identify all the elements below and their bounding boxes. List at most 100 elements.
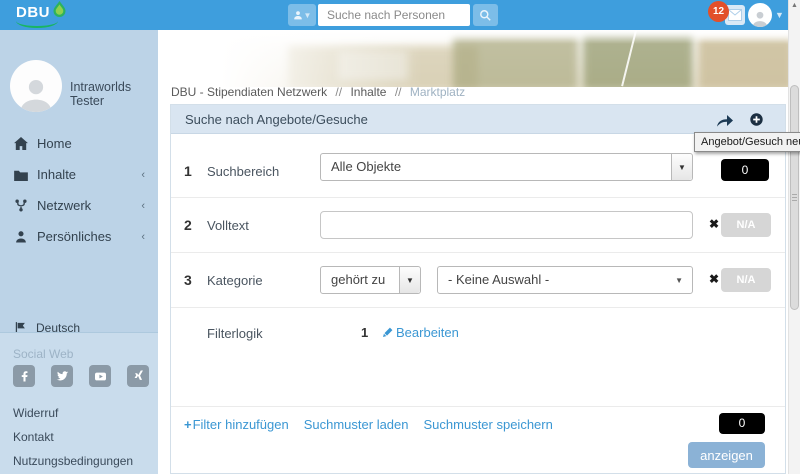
row-number: 2 bbox=[184, 217, 192, 233]
avatar-silhouette-icon bbox=[751, 9, 769, 27]
sidebar: Intraworlds Tester Home Inhalte ‹ Netzwe… bbox=[0, 30, 158, 474]
filter-row-kategorie: 3 Kategorie gehört zu ▼ - Keine Auswahl … bbox=[171, 252, 785, 307]
row-label: Suchbereich bbox=[207, 164, 279, 179]
app-window: DBU ▼ 12 ▼ Intrawor bbox=[0, 0, 800, 474]
breadcrumb: DBU - Stipendiaten Netzwerk // Inhalte /… bbox=[171, 85, 465, 99]
breadcrumb-separator: // bbox=[395, 85, 402, 99]
search-icon bbox=[479, 9, 492, 22]
total-count-badge: 0 bbox=[719, 413, 765, 434]
network-icon bbox=[13, 199, 28, 212]
plus-icon: + bbox=[184, 417, 192, 432]
top-bar: DBU ▼ 12 ▼ bbox=[0, 0, 788, 30]
avatar-silhouette-icon bbox=[17, 74, 55, 112]
sidebar-username: Intraworlds Tester bbox=[70, 80, 158, 108]
sidebar-item-home[interactable]: Home bbox=[0, 128, 158, 159]
share-button[interactable] bbox=[717, 114, 733, 132]
chevron-left-icon: ‹ bbox=[141, 200, 145, 212]
panel-header: Suche nach Angebote/Gesuche bbox=[171, 105, 785, 134]
row-number: 3 bbox=[184, 272, 192, 288]
bearbeiten-link[interactable]: Bearbeiten bbox=[383, 325, 459, 340]
sidebar-footer-links: Widerruf Kontakt Nutzungsbedingungen bbox=[13, 401, 133, 473]
row-label: Volltext bbox=[207, 218, 249, 233]
tooltip: Angebot/Gesuch neu anlegen bbox=[694, 132, 800, 152]
messages-button[interactable]: 12 bbox=[725, 5, 745, 25]
kontakt-link[interactable]: Kontakt bbox=[13, 425, 133, 449]
search-input[interactable] bbox=[318, 4, 470, 26]
select-arrow-icon: ▼ bbox=[671, 154, 692, 180]
search-scope-button[interactable]: ▼ bbox=[288, 4, 316, 26]
panel-title: Suche nach Angebote/Gesuche bbox=[171, 105, 785, 134]
account-chevron-icon[interactable]: ▼ bbox=[775, 10, 784, 20]
dbu-drop-icon bbox=[53, 1, 66, 22]
sidebar-item-label: Netzwerk bbox=[37, 198, 91, 213]
select-arrow-icon: ▼ bbox=[675, 276, 683, 285]
add-filter-link[interactable]: +Filter hinzufügen bbox=[184, 417, 289, 432]
search-submit-button[interactable] bbox=[473, 4, 498, 26]
selected-value: gehört zu bbox=[331, 272, 385, 287]
load-searchpattern-link[interactable]: Suchmuster laden bbox=[304, 417, 409, 432]
sidebar-menu: Home Inhalte ‹ Netzwerk ‹ Persönliches ‹ bbox=[0, 128, 158, 252]
kategorie-operator-select[interactable]: gehört zu ▼ bbox=[320, 266, 421, 294]
sidebar-item-inhalte[interactable]: Inhalte ‹ bbox=[0, 159, 158, 190]
scroll-up-arrow[interactable]: ▲ bbox=[789, 2, 800, 9]
nutzungsbedingungen-link[interactable]: Nutzungsbedingungen bbox=[13, 449, 133, 473]
xing-icon[interactable] bbox=[127, 365, 149, 387]
pencil-icon bbox=[383, 327, 393, 337]
scrollbar-thumb[interactable] bbox=[790, 85, 799, 310]
footer-divider bbox=[171, 406, 785, 407]
home-icon bbox=[13, 137, 28, 150]
selected-value: - Keine Auswahl - bbox=[448, 272, 549, 287]
person-icon bbox=[13, 230, 28, 243]
social-links bbox=[13, 365, 149, 387]
anzeigen-button[interactable]: anzeigen bbox=[688, 442, 765, 468]
header-banner-image bbox=[158, 30, 788, 87]
filterlogik-row: Filterlogik 1 Bearbeiten bbox=[171, 307, 785, 357]
dbu-logo[interactable]: DBU bbox=[16, 3, 66, 22]
search-panel: Suche nach Angebote/Gesuche 1 Suchbereic… bbox=[170, 104, 786, 474]
panel-body: 1 Suchbereich Alle Objekte ▼ 0 2 Volltex… bbox=[171, 134, 785, 473]
sidebar-item-label: Persönliches bbox=[37, 229, 111, 244]
facebook-icon[interactable] bbox=[13, 365, 35, 387]
youtube-icon[interactable] bbox=[89, 365, 111, 387]
scrollbar-grip bbox=[792, 194, 797, 201]
result-count-badge: 0 bbox=[721, 159, 769, 181]
sidebar-item-persoenliches[interactable]: Persönliches ‹ bbox=[0, 221, 158, 252]
volltext-input[interactable] bbox=[320, 211, 693, 239]
row-number: 1 bbox=[184, 163, 192, 179]
sidebar-avatar[interactable] bbox=[10, 60, 62, 112]
user-avatar[interactable] bbox=[748, 3, 772, 27]
breadcrumb-separator: // bbox=[335, 85, 342, 99]
sidebar-item-netzwerk[interactable]: Netzwerk ‹ bbox=[0, 190, 158, 221]
main-content: DBU - Stipendiaten Netzwerk // Inhalte /… bbox=[158, 30, 788, 474]
filterlogik-value: 1 bbox=[361, 325, 368, 340]
filter-row-volltext: 2 Volltext ✖ N/A bbox=[171, 197, 785, 252]
add-new-button[interactable] bbox=[750, 113, 763, 131]
envelope-icon bbox=[728, 9, 742, 21]
twitter-icon[interactable] bbox=[51, 365, 73, 387]
chevron-left-icon: ‹ bbox=[141, 231, 145, 243]
notification-badge[interactable]: 12 bbox=[708, 1, 729, 22]
folder-icon bbox=[13, 169, 28, 181]
kategorie-value-select[interactable]: - Keine Auswahl - ▼ bbox=[437, 266, 693, 294]
breadcrumb-root[interactable]: DBU - Stipendiaten Netzwerk bbox=[171, 85, 327, 99]
chevron-down-icon: ▼ bbox=[304, 11, 312, 20]
na-button[interactable]: N/A bbox=[721, 268, 771, 292]
breadcrumb-current: Marktplatz bbox=[410, 85, 465, 99]
selected-value: Alle Objekte bbox=[331, 159, 401, 174]
global-search: ▼ bbox=[288, 4, 498, 26]
clear-filter-icon[interactable]: ✖ bbox=[709, 217, 719, 231]
suchbereich-select[interactable]: Alle Objekte ▼ bbox=[320, 153, 693, 181]
sidebar-item-label: Home bbox=[37, 136, 72, 151]
clear-filter-icon[interactable]: ✖ bbox=[709, 272, 719, 286]
social-web-label: Social Web bbox=[13, 347, 73, 361]
person-icon bbox=[293, 10, 303, 20]
na-button[interactable]: N/A bbox=[721, 213, 771, 237]
row-label: Kategorie bbox=[207, 273, 263, 288]
widerruf-link[interactable]: Widerruf bbox=[13, 401, 133, 425]
breadcrumb-inhalte[interactable]: Inhalte bbox=[350, 85, 386, 99]
filter-row-suchbereich: 1 Suchbereich Alle Objekte ▼ 0 bbox=[171, 134, 785, 197]
bearbeiten-label: Bearbeiten bbox=[396, 325, 459, 340]
plus-circle-icon bbox=[750, 113, 763, 126]
page-scrollbar[interactable]: ▲ bbox=[788, 0, 800, 474]
save-searchpattern-link[interactable]: Suchmuster speichern bbox=[424, 417, 553, 432]
